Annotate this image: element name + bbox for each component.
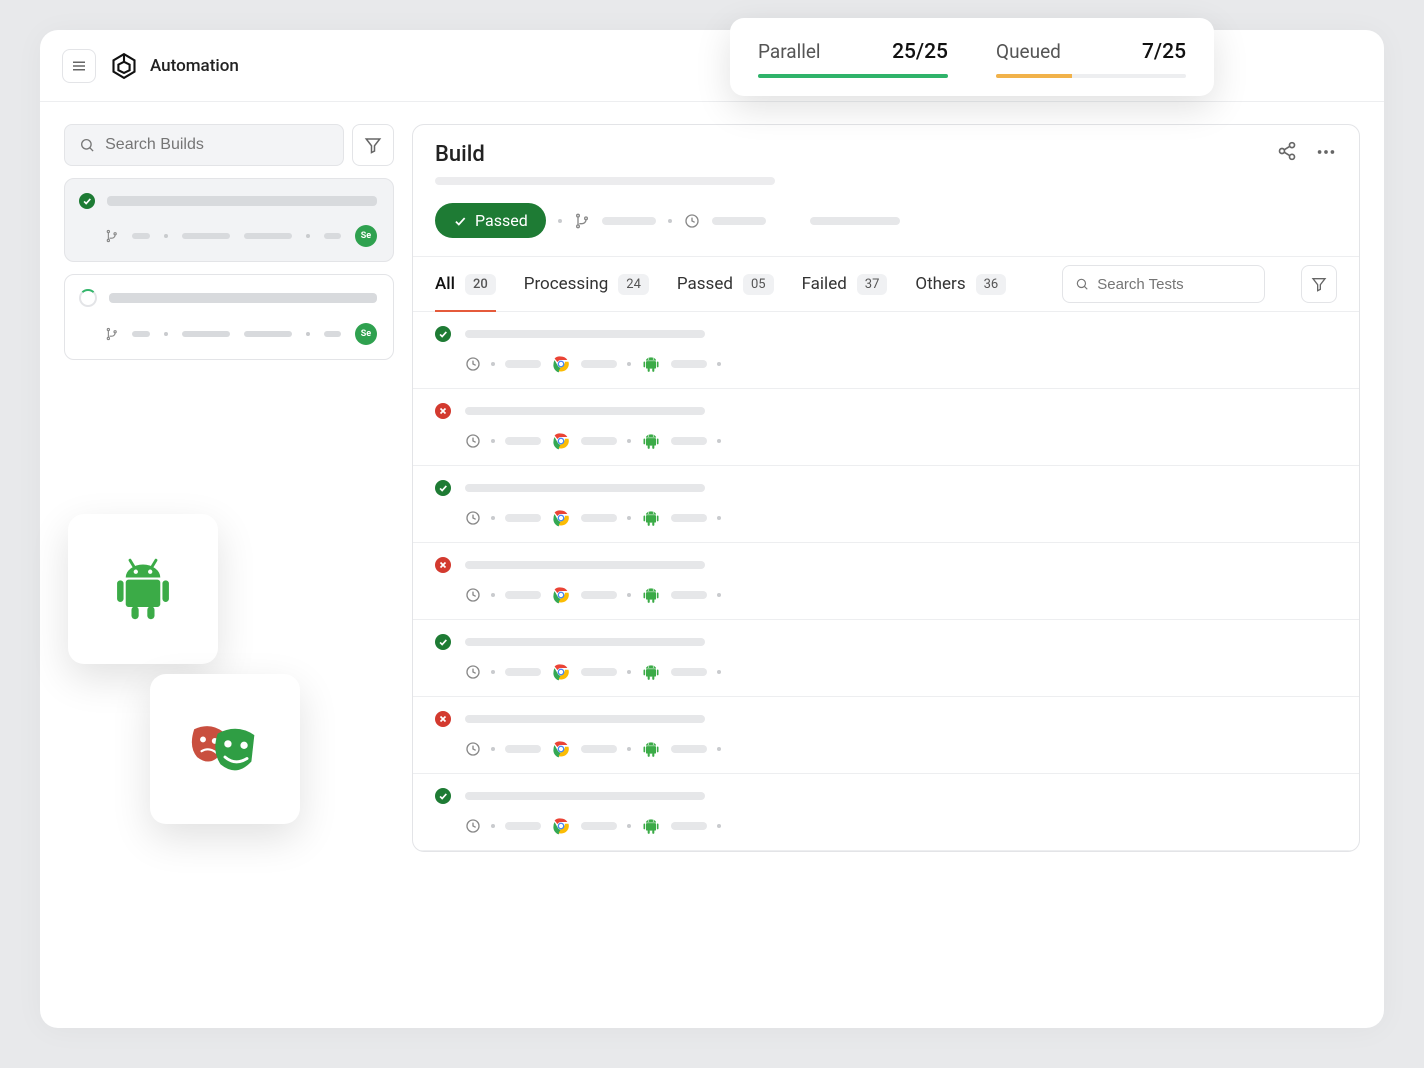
chrome-icon	[551, 662, 571, 682]
clock-icon	[465, 664, 481, 680]
clock-icon	[465, 818, 481, 834]
search-icon	[1075, 276, 1089, 292]
test-tabs: All 20 Processing 24 Passed 05 Failed 37 Others 3…	[413, 256, 1359, 312]
test-row[interactable]	[413, 312, 1359, 389]
test-row[interactable]	[413, 774, 1359, 851]
build-title: Build	[435, 142, 485, 167]
tests-search-input[interactable]	[1097, 276, 1251, 293]
test-row[interactable]	[413, 389, 1359, 466]
status-running-icon	[79, 289, 97, 307]
parallel-label: Parallel	[758, 40, 821, 63]
app-title: Automation	[150, 56, 239, 76]
status-pass-icon	[79, 193, 95, 209]
share-button[interactable]	[1277, 141, 1297, 167]
status-pass-icon	[435, 480, 451, 496]
status-pass-icon	[435, 634, 451, 650]
tab-label: Failed	[802, 274, 847, 294]
builds-search-input[interactable]	[105, 136, 329, 154]
clock-icon	[465, 587, 481, 603]
selenium-badge: Se	[355, 225, 377, 247]
tab-label: Processing	[524, 274, 609, 294]
branch-icon	[105, 229, 118, 243]
test-row[interactable]	[413, 697, 1359, 774]
clock-icon	[465, 356, 481, 372]
builds-filter-button[interactable]	[352, 124, 394, 166]
android-small-icon	[641, 739, 661, 759]
branch-icon	[105, 327, 118, 341]
status-fail-icon	[435, 557, 451, 573]
builds-sidebar: Se Se	[64, 124, 394, 1006]
test-row[interactable]	[413, 466, 1359, 543]
build-card[interactable]: Se	[64, 274, 394, 360]
tests-search[interactable]	[1062, 265, 1264, 303]
app-logo-icon	[110, 52, 138, 80]
tab-processing[interactable]: Processing 24	[524, 257, 649, 311]
theater-masks-tile	[150, 674, 300, 824]
test-row[interactable]	[413, 543, 1359, 620]
more-options-button[interactable]	[1315, 141, 1337, 167]
queued-value: 7/25	[1142, 40, 1186, 64]
tab-label: All	[435, 274, 455, 294]
chrome-icon	[551, 739, 571, 759]
builds-search[interactable]	[64, 124, 344, 166]
tab-label: Passed	[677, 274, 733, 294]
branch-icon	[574, 213, 590, 229]
hamburger-menu-button[interactable]	[62, 49, 96, 83]
android-small-icon	[641, 662, 661, 682]
android-small-icon	[641, 508, 661, 528]
share-icon	[1277, 141, 1297, 161]
tab-count: 37	[857, 274, 888, 295]
tab-others[interactable]: Others 36	[915, 257, 1006, 311]
search-icon	[79, 136, 95, 154]
android-small-icon	[641, 431, 661, 451]
queued-label: Queued	[996, 40, 1061, 63]
android-small-icon	[641, 816, 661, 836]
chrome-icon	[551, 431, 571, 451]
tab-count: 36	[976, 274, 1007, 295]
clock-icon	[465, 510, 481, 526]
tab-label: Others	[915, 274, 965, 294]
tab-failed[interactable]: Failed 37	[802, 257, 888, 311]
chrome-icon	[551, 354, 571, 374]
build-card[interactable]: Se	[64, 178, 394, 262]
android-icon	[107, 553, 179, 625]
queue-status-card: Parallel 25/25 Queued 7/25	[730, 18, 1214, 96]
queued-stat: Queued 7/25	[996, 40, 1186, 78]
clock-icon	[465, 433, 481, 449]
android-icon-tile	[68, 514, 218, 664]
clock-icon	[684, 213, 700, 229]
tab-count: 24	[618, 274, 649, 295]
build-status-label: Passed	[475, 211, 528, 230]
android-small-icon	[641, 585, 661, 605]
parallel-value: 25/25	[892, 40, 948, 64]
test-row[interactable]	[413, 620, 1359, 697]
selenium-badge: Se	[355, 323, 377, 345]
tab-count: 05	[743, 274, 774, 295]
clock-icon	[465, 741, 481, 757]
android-small-icon	[641, 354, 661, 374]
build-subtitle-placeholder	[435, 177, 775, 185]
check-icon	[453, 214, 467, 228]
tests-list	[413, 312, 1359, 851]
more-horizontal-icon	[1315, 141, 1337, 163]
hamburger-icon	[70, 57, 88, 75]
build-detail-panel: Build Passed	[412, 124, 1360, 852]
tab-count: 20	[465, 274, 496, 295]
tab-passed[interactable]: Passed 05	[677, 257, 774, 311]
build-status-pill: Passed	[435, 203, 546, 238]
status-fail-icon	[435, 403, 451, 419]
tab-all[interactable]: All 20	[435, 257, 496, 311]
tests-filter-button[interactable]	[1301, 265, 1337, 303]
chrome-icon	[551, 816, 571, 836]
filter-icon	[1311, 276, 1327, 292]
app-window: Parallel 25/25 Queued 7/25 Automation	[40, 30, 1384, 1028]
theater-masks-icon	[181, 713, 269, 785]
filter-icon	[364, 136, 382, 154]
parallel-stat: Parallel 25/25	[758, 40, 948, 78]
chrome-icon	[551, 508, 571, 528]
status-pass-icon	[435, 788, 451, 804]
status-fail-icon	[435, 711, 451, 727]
status-pass-icon	[435, 326, 451, 342]
chrome-icon	[551, 585, 571, 605]
